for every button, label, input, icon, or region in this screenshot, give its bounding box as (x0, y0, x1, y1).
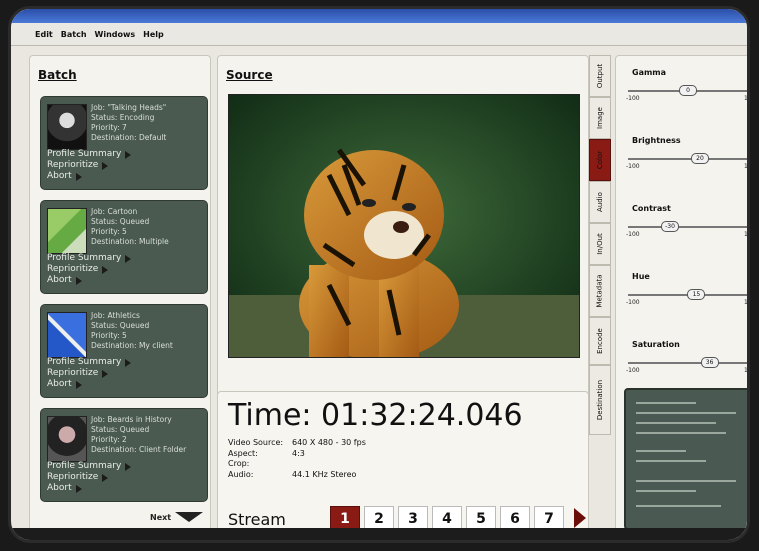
slider-label: Gamma (632, 68, 667, 77)
job-info: Job: "Talking Heads" Status: Encoding Prio… (91, 103, 167, 142)
stream-next-icon[interactable] (574, 508, 586, 528)
profile-summary-link[interactable]: Profile Summary (47, 149, 132, 160)
tab-in-out[interactable]: In/Out (589, 223, 611, 265)
slider-label: Saturation (632, 340, 680, 349)
source-title: Source (226, 68, 273, 82)
abort-link[interactable]: Abort (47, 275, 131, 286)
profile-summary-link[interactable]: Profile Summary (47, 357, 132, 368)
menu-batch[interactable]: Batch (61, 30, 87, 39)
profile-summary-link[interactable]: Profile Summary (47, 461, 132, 472)
job-thumbnail (47, 104, 87, 150)
menu-help[interactable]: Help (143, 30, 164, 39)
abort-link[interactable]: Abort (47, 483, 131, 494)
arrow-right-icon (125, 358, 132, 367)
job-card[interactable]: Job: Beards in History Status: Queued Prio… (40, 408, 208, 502)
slider-min: -100 (626, 95, 640, 102)
slider-min: -100 (626, 163, 640, 170)
arrow-right-icon (75, 172, 82, 181)
time-panel: Time: 01:32:24.046 Video Source: 640 X 48… (217, 391, 589, 535)
brightness-slider-knob[interactable]: 20 (691, 153, 709, 164)
reprioritize-link[interactable]: Reprioritize (47, 472, 131, 483)
job-card[interactable]: Job: Cartoon Status: Queued Priority: 5 Des… (40, 200, 208, 294)
menu-bar: Edit Batch Windows Help (11, 23, 747, 46)
slider-label: Brightness (632, 136, 681, 145)
job-info: Job: Athletics Status: Queued Priority: 5D… (91, 311, 173, 350)
slider-min: -100 (626, 299, 640, 306)
menu-edit[interactable]: Edit (35, 30, 53, 39)
job-thumbnail (47, 416, 87, 462)
gamma-slider-knob[interactable]: 0 (679, 85, 697, 96)
arrow-right-icon (102, 473, 109, 482)
tiger-image (229, 95, 579, 357)
arrow-right-icon (102, 161, 109, 170)
arrow-right-icon (125, 462, 132, 471)
app-window: Edit Batch Windows Help Batch Job: "Talk… (8, 6, 750, 543)
tab-destination[interactable]: Destination (589, 365, 611, 435)
job-card[interactable]: Job: "Talking Heads" Status: Encoding Prio… (40, 96, 208, 190)
stream-label: Stream (228, 510, 286, 529)
chevron-down-icon (175, 512, 204, 522)
job-info: Job: Cartoon Status: Queued Priority: 5 Des… (91, 207, 169, 246)
slider-max: 100 (744, 231, 748, 238)
slider-max: 100 (744, 367, 748, 374)
profile-summary-link[interactable]: Profile Summary (47, 253, 132, 264)
arrow-right-icon (75, 276, 82, 285)
slider-min: -100 (626, 231, 640, 238)
slider-min: -100 (626, 367, 640, 374)
tab-image[interactable]: Image (589, 97, 611, 139)
slider-max: 100 (744, 95, 748, 102)
tab-metadata[interactable]: Metadata (589, 265, 611, 317)
title-bar (11, 9, 747, 23)
job-info: Job: Beards in History Status: Queued Prio… (91, 415, 187, 454)
job-thumbnail (47, 312, 87, 358)
batch-title: Batch (38, 68, 77, 82)
job-card[interactable]: Job: Athletics Status: Queued Priority: 5D… (40, 304, 208, 398)
reprioritize-link[interactable]: Reprioritize (47, 160, 131, 171)
settings-tabs: Output Image Color Audio In/Out Metadata… (589, 55, 611, 435)
contrast-slider-knob[interactable]: -30 (661, 221, 679, 232)
status-bar (11, 528, 747, 540)
hue-slider-knob[interactable]: 15 (687, 289, 706, 300)
next-button[interactable]: Next (150, 512, 204, 522)
adjust-panel: Gamma 0 -100 100 Brightness 20 -100 100 … (615, 55, 748, 535)
batch-panel: Batch Job: "Talking Heads" Status: Encodi… (29, 55, 211, 535)
video-preview[interactable] (228, 94, 580, 358)
arrow-right-icon (75, 484, 82, 493)
job-thumbnail (47, 208, 87, 254)
arrow-right-icon (75, 380, 82, 389)
timecode-display: Time: 01:32:24.046 (228, 398, 523, 433)
saturation-slider-track[interactable] (628, 362, 747, 364)
source-metadata: Video Source: 640 X 480 - 30 fps Aspect: 4… (228, 438, 366, 479)
slider-label: Contrast (632, 204, 671, 213)
menu-windows[interactable]: Windows (95, 30, 136, 39)
tab-color[interactable]: Color (589, 139, 611, 181)
tab-encode[interactable]: Encode (589, 317, 611, 365)
arrow-right-icon (125, 254, 132, 263)
arrow-right-icon (102, 265, 109, 274)
reprioritize-link[interactable]: Reprioritize (47, 264, 131, 275)
reprioritize-link[interactable]: Reprioritize (47, 368, 131, 379)
slider-max: 100 (744, 299, 748, 306)
arrow-right-icon (125, 150, 132, 159)
contrast-slider-track[interactable] (628, 226, 747, 228)
saturation-slider-knob[interactable]: 36 (700, 357, 719, 368)
slider-label: Hue (632, 272, 650, 281)
arrow-right-icon (102, 369, 109, 378)
preview-thumbnail-box (624, 388, 747, 530)
tab-audio[interactable]: Audio (589, 181, 611, 223)
abort-link[interactable]: Abort (47, 379, 131, 390)
tab-output[interactable]: Output (589, 55, 611, 97)
slider-max: 100 (744, 163, 748, 170)
abort-link[interactable]: Abort (47, 171, 131, 182)
brightness-slider-track[interactable] (628, 158, 747, 160)
